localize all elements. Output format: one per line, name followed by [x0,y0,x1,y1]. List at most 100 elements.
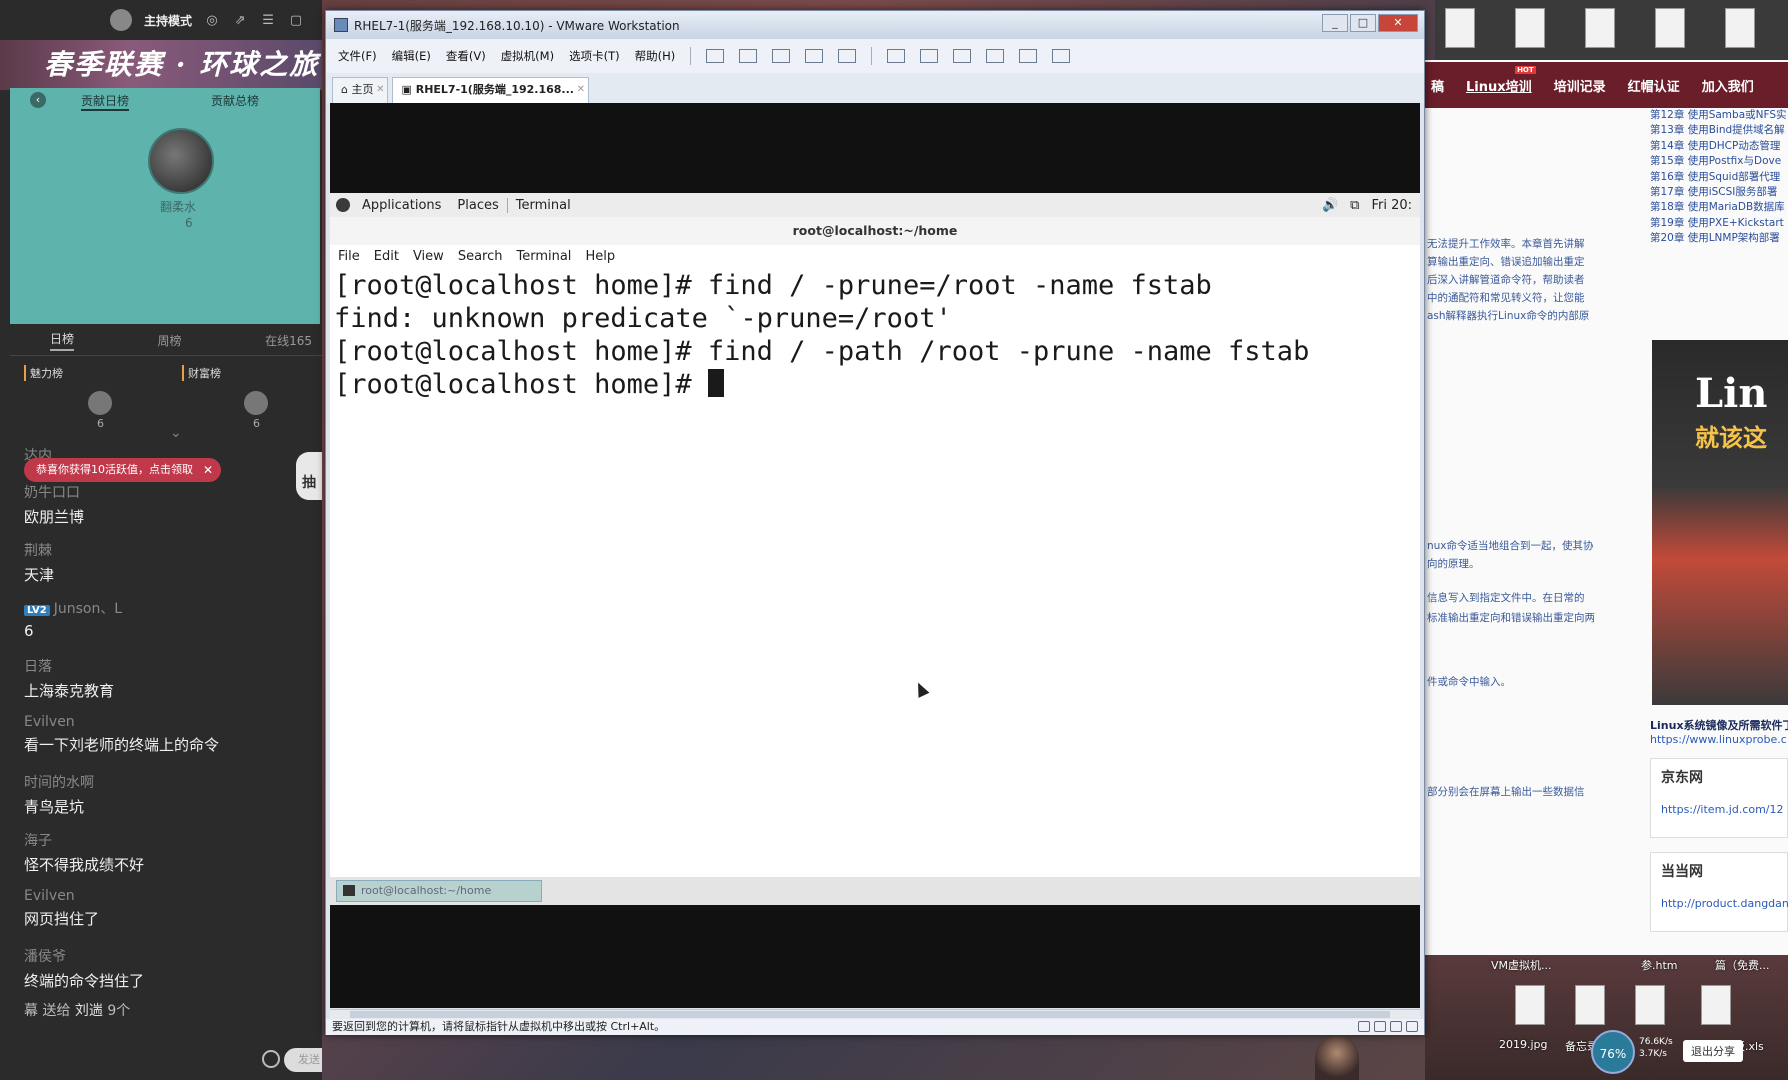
terminal-menu-search[interactable]: Search [458,249,503,264]
shop-link[interactable]: http://product.dangdan [1661,897,1788,910]
nav-item[interactable]: 红帽认证 [1628,76,1680,95]
chapter-link[interactable]: 第13章 使用Bind提供域名解 [1650,123,1788,138]
terminal-output[interactable]: [root@localhost home]# find / -prune=/ro… [330,267,1420,403]
nav-item[interactable]: 稿 [1431,76,1444,95]
thumbnail-view-icon[interactable] [920,49,939,63]
horizontal-scrollbar[interactable] [330,1009,1420,1019]
menu-edit[interactable]: 编辑(E) [392,48,431,64]
applications-menu[interactable]: Applications [354,198,449,213]
chapter-link[interactable]: 第15章 使用Postfix与Dove [1650,154,1788,169]
snapshot-manager-icon[interactable] [838,49,857,63]
speaker-icon[interactable]: 🔊 [1322,198,1338,213]
chat-user[interactable]: 日落 [24,656,114,676]
host-avatar[interactable] [110,9,132,31]
chapter-link[interactable]: 第16章 使用Squid部署代理 [1650,170,1788,185]
chat-user[interactable]: LV2 Junson、L [24,598,122,618]
close-tab-icon[interactable]: ✕ [577,78,585,102]
stretch-icon[interactable] [1052,49,1071,63]
maximize-icon[interactable]: ▢ [288,12,304,28]
avatar[interactable] [88,391,112,415]
terminal-menu-terminal[interactable]: Terminal [516,249,571,264]
file-icon[interactable] [1725,8,1755,48]
nav-item-linux-training[interactable]: Linux培训 HOT [1466,65,1536,95]
back-icon[interactable]: ‹ [30,92,46,108]
unity-icon[interactable] [986,49,1005,63]
chat-user[interactable]: 奶牛口口 [24,482,84,502]
chapter-link[interactable]: 第14章 使用DHCP动态管理 [1650,139,1788,154]
places-menu[interactable]: Places [449,198,506,213]
excel-file-icon[interactable] [1701,985,1731,1025]
desktop-icon-label[interactable]: 参.htm [1641,957,1678,973]
file-icon[interactable] [1585,8,1615,48]
fullscreen-icon[interactable] [953,49,972,63]
network-icon[interactable]: ⧉ [1350,198,1359,213]
chat-user[interactable]: Evilven [24,888,99,904]
chapter-link[interactable]: 第19章 使用PXE+Kickstart [1650,216,1788,231]
scrollbar-thumb[interactable] [350,1011,1390,1018]
lottery-button[interactable]: 抽 [296,452,322,500]
network-meter[interactable]: 76% [1591,1030,1635,1074]
chapter-link[interactable]: 第17章 使用iSCSI服务部署 [1650,185,1788,200]
menu-file[interactable]: 文件(F) [338,48,377,64]
chapter-link[interactable]: 第12章 使用Samba或NFS实 [1650,108,1788,123]
chapter-link[interactable]: 第20章 使用LNMP架构部署 [1650,231,1788,246]
image-file-icon[interactable] [1515,985,1545,1025]
chapter-link[interactable]: 第18章 使用MariaDB数据库 [1650,200,1788,215]
cd-rom-icon[interactable] [1374,1021,1386,1032]
terminal-menu-view[interactable]: View [413,249,444,264]
minimize-button[interactable]: _ [1322,14,1348,32]
close-tab-icon[interactable]: ✕ [376,78,384,102]
file-icon[interactable] [1445,8,1475,48]
emoji-icon[interactable] [262,1050,280,1068]
chat-user[interactable]: 时间的水啊 [24,772,94,792]
book-link[interactable]: https://www.linuxprobe.c [1650,733,1787,746]
revert-snapshot-icon[interactable] [805,49,824,63]
tab-home[interactable]: ⌂ 主页 ✕ [332,77,389,103]
exit-share-button[interactable]: 退出分享 [1683,1040,1743,1062]
menu-icon[interactable]: ☰ [260,12,276,28]
terminal-menu-edit[interactable]: Edit [374,249,399,264]
chat-user[interactable]: 荆棘 [24,540,54,560]
shop-link[interactable]: https://item.jd.com/12 [1661,803,1784,816]
desktop-icon-label[interactable]: 2019.jpg [1499,1038,1548,1051]
top-fan-avatar[interactable] [148,128,214,194]
clock[interactable]: Fri 20: [1371,198,1412,213]
file-icon[interactable] [1655,8,1685,48]
console-icon[interactable] [1019,49,1038,63]
tab-daily-contribution[interactable]: 贡献日榜 [80,92,129,111]
terminal-app-menu[interactable]: Terminal [506,197,579,213]
network-adapter-icon[interactable] [1390,1021,1402,1032]
close-button[interactable]: ✕ [1378,14,1418,32]
display-icon[interactable] [1406,1021,1418,1032]
send-button[interactable]: 发送 [284,1048,322,1072]
vm-guest-screen[interactable]: Applications Places Terminal 🔊 ⧉ Fri 20:… [330,103,1420,1008]
terminal-menu-help[interactable]: Help [585,249,615,264]
nav-item[interactable]: 培训记录 [1554,76,1606,95]
gift-toast[interactable]: 恭喜你获得10活跃值，点击领取 ✕ [24,458,221,482]
terminal-title[interactable]: root@localhost:~/home [330,217,1420,245]
html-file-icon[interactable] [1635,985,1665,1025]
chat-user[interactable]: 海子 [24,830,144,850]
menu-view[interactable]: 查看(V) [446,48,486,64]
chat-user[interactable]: 潘侯爷 [24,946,144,966]
snapshot-icon[interactable] [772,49,791,63]
wealth-list-label[interactable]: 财富榜 [182,365,221,381]
close-icon[interactable]: ✕ [203,458,213,482]
menu-help[interactable]: 帮助(H) [635,48,676,64]
nav-item[interactable]: 加入我们 [1702,76,1754,95]
hard-disk-icon[interactable] [1358,1021,1370,1032]
chevron-down-icon[interactable]: ⌄ [170,425,182,441]
chat-user[interactable]: Evilven [24,714,219,730]
tab-rhel7[interactable]: ▣ RHEL7-1(服务端_192.168... ✕ [392,77,589,103]
pause-icon[interactable] [706,49,725,63]
note-file-icon[interactable] [1575,985,1605,1025]
file-icon[interactable] [1515,8,1545,48]
gift-recipient[interactable]: 刘遄 [75,1003,103,1019]
vmware-titlebar[interactable]: RHEL7-1(服务端_192.168.10.10) - VMware Work… [326,11,1424,39]
tab-weekly[interactable]: 周榜 [158,332,182,349]
maximize-button[interactable]: □ [1350,14,1376,32]
external-link-icon[interactable]: ⇗ [232,12,248,28]
charm-list-label[interactable]: 魅力榜 [24,365,63,381]
taskbar-terminal-item[interactable]: root@localhost:~/home [336,880,542,902]
desktop-icon-label[interactable]: VM虚拟机... [1491,957,1552,973]
